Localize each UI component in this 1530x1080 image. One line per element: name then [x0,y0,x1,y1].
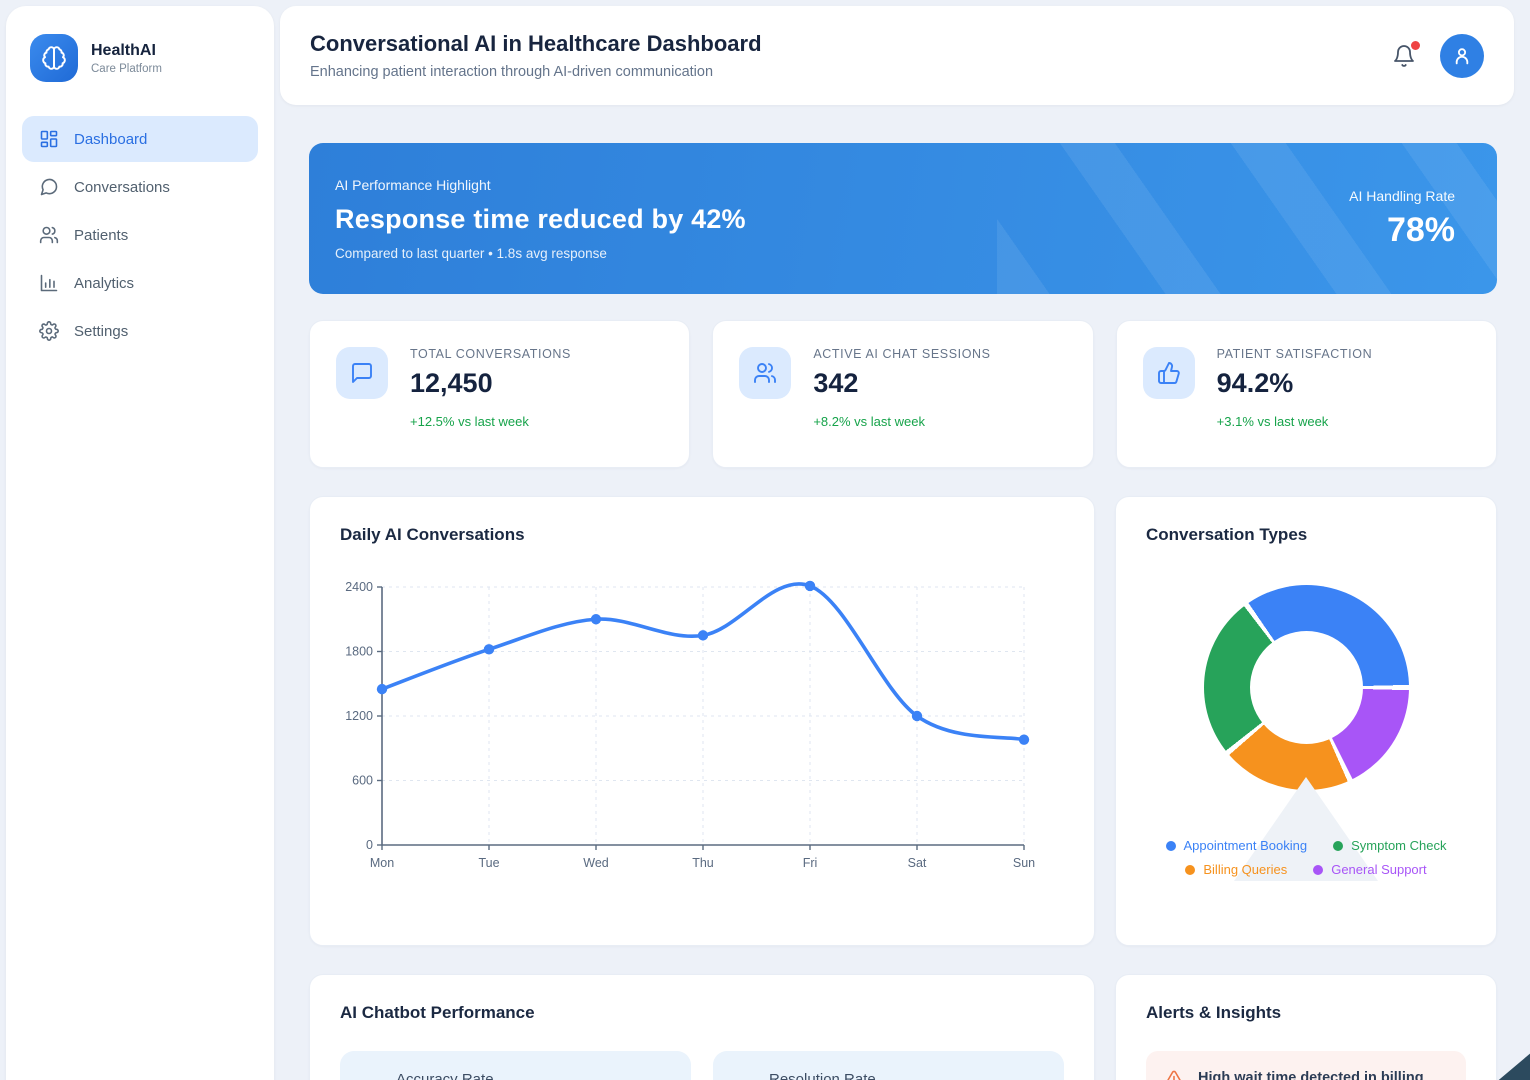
daily-conversations-card: Daily AI Conversations 0 600 1200 1800 2400 M… [309,496,1095,946]
page-subtitle: Enhancing patient interaction through AI… [310,64,762,80]
svg-text:Wed: Wed [583,856,609,870]
message-square-icon [336,347,388,399]
legend-item-symptom-check: Symptom Check [1333,838,1446,853]
content: AI Performance Highlight Response time r… [280,105,1514,1080]
stat-delta: +3.1% vs last week [1217,414,1373,429]
warning-triangle-icon [1164,1069,1184,1080]
svg-text:1200: 1200 [345,709,373,723]
donut-hole [1250,631,1363,744]
conversation-types-card: Conversation Types Appointment Booking Sy… [1115,496,1497,946]
brand: HealthAI Care Platform [22,32,258,116]
stat-value: 94.2% [1217,368,1373,399]
legend-dot [1313,865,1323,875]
legend-dot [1333,841,1343,851]
stats-row: TOTAL CONVERSATIONS 12,450 +12.5% vs las… [309,320,1497,468]
legend-label: Appointment Booking [1184,838,1308,853]
donut-chart [1204,585,1409,790]
notification-bell-button[interactable] [1392,44,1416,68]
svg-text:Mon: Mon [370,856,394,870]
alerts-card: Alerts & Insights High wait time detecte… [1115,974,1497,1080]
accuracy-rate-box: Accuracy Rate [340,1051,691,1080]
alert-text: High wait time detected in billing [1198,1070,1424,1080]
performance-title: AI Chatbot Performance [340,1003,1064,1023]
sidebar-item-label: Settings [74,323,128,340]
sidebar-item-dashboard[interactable]: Dashboard [22,116,258,162]
sidebar: HealthAI Care Platform Dashboard Convers… [6,6,274,1080]
sidebar-item-settings[interactable]: Settings [22,308,258,354]
sidebar-item-patients[interactable]: Patients [22,212,258,258]
stat-delta: +12.5% vs last week [410,414,571,429]
brand-logo [30,34,78,82]
sidebar-nav: Dashboard Conversations Patients [22,116,258,354]
banner-headline: Response time reduced by 42% [335,204,746,235]
stat-label: ACTIVE AI CHAT SESSIONS [813,347,990,361]
stat-card-active-sessions: ACTIVE AI CHAT SESSIONS 342 +8.2% vs las… [712,320,1093,468]
charts-row: Daily AI Conversations 0 600 1200 1800 2400 M… [309,496,1497,946]
brand-tagline: Care Platform [91,63,162,75]
main-column: Conversational AI in Healthcare Dashboar… [280,6,1514,1080]
sidebar-item-analytics[interactable]: Analytics [22,260,258,306]
banner-eyebrow: AI Performance Highlight [335,177,746,193]
donut-chart-title: Conversation Types [1146,525,1466,545]
legend-label: General Support [1331,862,1426,877]
svg-text:Tue: Tue [478,856,499,870]
users-icon [39,225,59,245]
users-icon [739,347,791,399]
user-icon [1451,45,1473,67]
stat-card-patient-satisfaction: PATIENT SATISFACTION 94.2% +3.1% vs last… [1116,320,1497,468]
stat-card-total-conversations: TOTAL CONVERSATIONS 12,450 +12.5% vs las… [309,320,690,468]
page-title: Conversational AI in Healthcare Dashboar… [310,31,762,57]
legend-label: Symptom Check [1351,838,1446,853]
resolution-rate-box: Resolution Rate [713,1051,1064,1080]
brand-name: HealthAI [91,42,162,60]
svg-text:Fri: Fri [803,856,818,870]
donut-legend: Appointment Booking Symptom Check Billing … [1146,838,1466,877]
stat-value: 342 [813,368,990,399]
handling-rate-value: 78% [1349,211,1455,250]
sidebar-item-label: Conversations [74,179,170,196]
gear-icon [39,321,59,341]
header: Conversational AI in Healthcare Dashboar… [280,6,1514,105]
svg-text:1800: 1800 [345,645,373,659]
dashboard-grid-icon [39,129,59,149]
sidebar-item-label: Analytics [74,275,134,292]
stat-value: 12,450 [410,368,571,399]
svg-text:Thu: Thu [692,856,714,870]
avatar[interactable] [1440,34,1484,78]
bottom-row: AI Chatbot Performance Accuracy Rate Res… [309,974,1497,1080]
legend-item-billing-queries: Billing Queries [1185,862,1287,877]
stat-delta: +8.2% vs last week [813,414,990,429]
thumbs-up-icon [1143,347,1195,399]
legend-label: Billing Queries [1203,862,1287,877]
brain-icon [41,45,67,71]
alert-item: High wait time detected in billing [1146,1051,1466,1080]
legend-item-general-support: General Support [1313,862,1426,877]
legend-item-appointment-booking: Appointment Booking [1166,838,1308,853]
svg-text:0: 0 [366,838,373,852]
stat-label: PATIENT SATISFACTION [1217,347,1373,361]
legend-dot [1185,865,1195,875]
legend-dot [1166,841,1176,851]
sidebar-item-label: Dashboard [74,131,147,148]
metric-label: Resolution Rate [769,1071,876,1080]
alerts-title: Alerts & Insights [1146,1003,1466,1023]
performance-banner: AI Performance Highlight Response time r… [309,143,1497,294]
svg-text:600: 600 [352,774,373,788]
line-chart-title: Daily AI Conversations [340,525,1064,545]
daily-conversations-line-chart: 0 600 1200 1800 2400 Mon Tue Wed Thu Fri Sat Sun [340,561,1064,881]
svg-text:Sun: Sun [1013,856,1035,870]
notification-dot [1411,41,1420,50]
banner-subtext: Compared to last quarter • 1.8s avg resp… [335,246,746,261]
svg-text:Sat: Sat [908,856,927,870]
bar-chart-icon [39,273,59,293]
handling-rate-label: AI Handling Rate [1349,188,1455,204]
sidebar-item-label: Patients [74,227,128,244]
svg-text:2400: 2400 [345,580,373,594]
stat-label: TOTAL CONVERSATIONS [410,347,571,361]
chatbot-performance-card: AI Chatbot Performance Accuracy Rate Res… [309,974,1095,1080]
sidebar-item-conversations[interactable]: Conversations [22,164,258,210]
chat-bubble-icon [39,177,59,197]
metric-label: Accuracy Rate [396,1071,494,1080]
